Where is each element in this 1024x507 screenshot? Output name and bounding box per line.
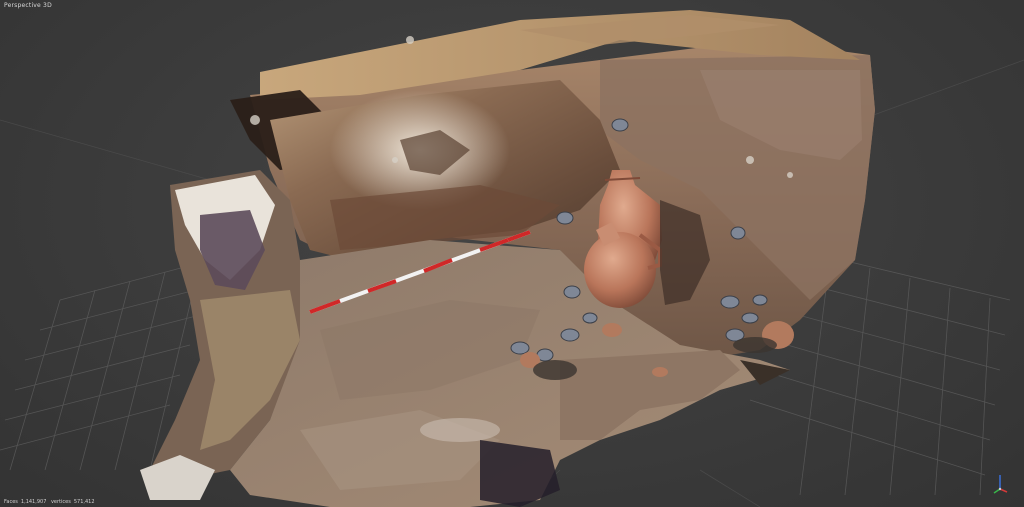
faces-label: Faces [4, 499, 18, 505]
view-mode-label: Perspective 3D [4, 2, 52, 9]
3d-viewport[interactable]: Perspective 3D Faces 1,141,907 vertices 57… [0, 0, 1024, 507]
scene-canvas[interactable] [0, 0, 1024, 507]
mesh-stats: Faces 1,141,907 vertices 571,412 [4, 499, 98, 505]
vertices-label: vertices [50, 499, 71, 505]
xyz-axis-gizmo-icon[interactable] [990, 471, 1010, 495]
faces-value: 1,141,907 [20, 499, 47, 505]
excavation-model[interactable] [140, 10, 875, 507]
vertices-value: 571,412 [73, 499, 95, 505]
